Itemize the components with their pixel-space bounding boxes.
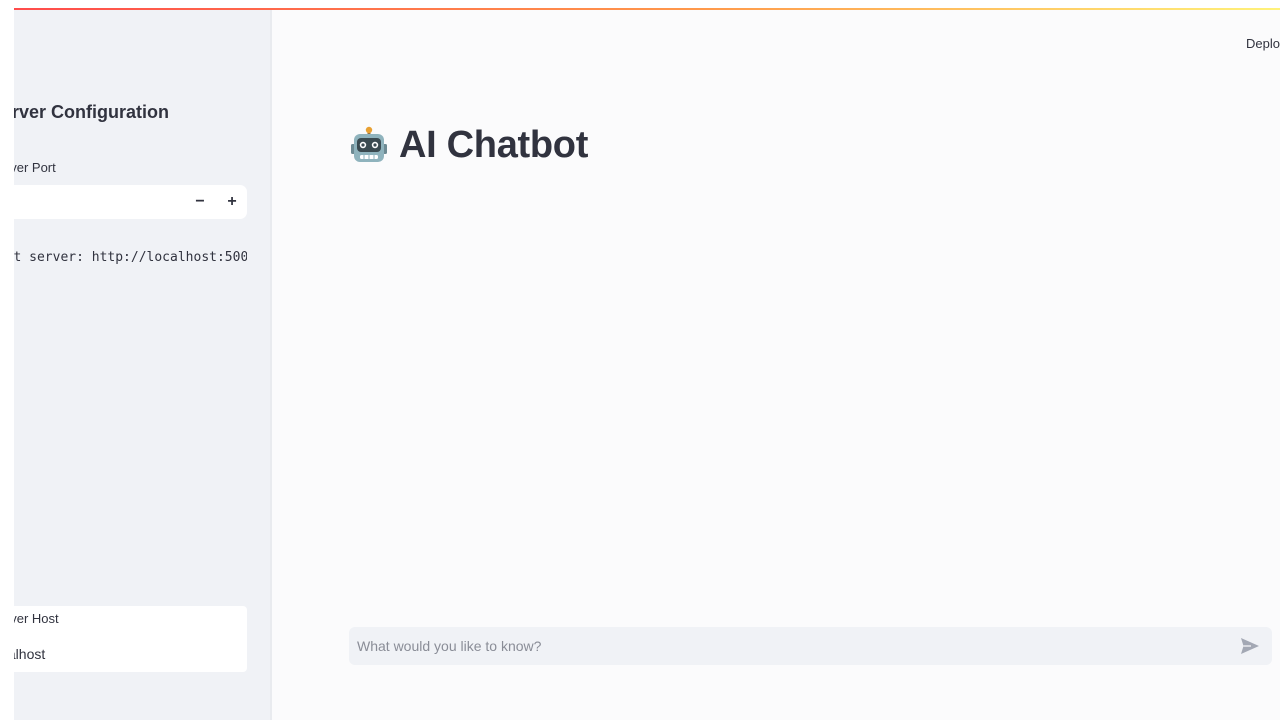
decrement-button[interactable]: − (188, 191, 212, 213)
sidebar-title: Server Configuration (14, 102, 170, 122)
deploy-button[interactable]: Deploy (1246, 36, 1280, 51)
send-button[interactable] (1239, 636, 1261, 656)
server-host-label: Server Host (14, 611, 59, 626)
server-host-value: localhost (14, 646, 46, 662)
increment-button[interactable]: + (220, 191, 244, 213)
page-title: AI Chatbot (349, 124, 588, 167)
server-host-field[interactable]: Server Host localhost (14, 606, 247, 672)
app-window: Server Configuration Server Port − + Cha… (0, 0, 1280, 720)
robot-icon (351, 126, 387, 162)
window-edge (0, 0, 14, 720)
send-icon (1241, 638, 1259, 654)
chat-input-container (349, 627, 1272, 665)
sidebar-content: Server Configuration Server Port − + Cha… (14, 10, 270, 720)
server-port-label: Server Port (14, 160, 56, 175)
page-title-text: AI Chatbot (399, 124, 589, 166)
main-panel: Deploy AI Chatbot (272, 10, 1280, 720)
server-port-input[interactable]: − + (14, 185, 247, 219)
chat-input[interactable] (349, 627, 1229, 665)
server-url-code: Chat server: http://localhost:5000 (14, 250, 247, 265)
sidebar: Server Configuration Server Port − + Cha… (14, 10, 270, 720)
header-decoration-bar (14, 8, 1280, 10)
